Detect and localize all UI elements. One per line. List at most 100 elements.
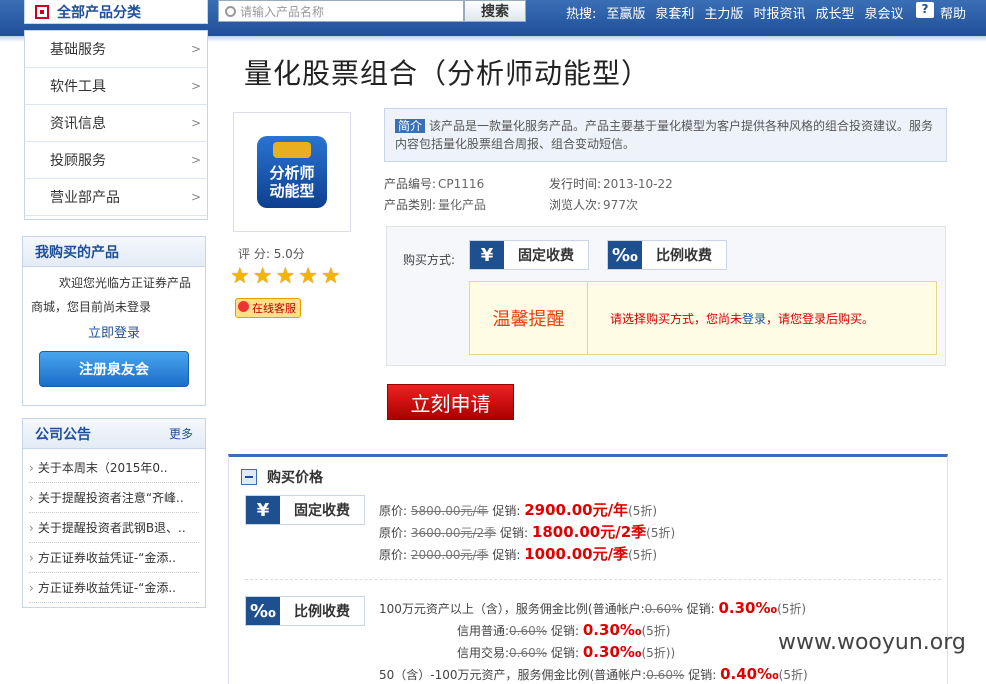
chevron-right-icon: > <box>190 42 201 56</box>
fixed-fee-label: 固定收费 <box>518 248 574 264</box>
ratio-fee-option[interactable]: ‰ 比例收费 <box>607 240 727 270</box>
ratio-prefix: 100万元资产以上（含），服务佣金比例(普通帐户: <box>379 602 645 616</box>
promo-ratio: 0.30‰ <box>582 643 642 661</box>
promo-price: 1000.00元/季 <box>524 545 629 563</box>
fixed-fee-tag: ¥ 固定收费 <box>245 495 365 525</box>
my-products-box: 我购买的产品 欢迎您光临方正证券产品 商城，您目前尚未登录 立即登录 注册泉友会 <box>22 236 206 406</box>
online-service-button[interactable]: 在线客服 <box>235 298 301 318</box>
welcome-text: 商城，您目前尚未登录 <box>31 300 152 314</box>
discount: (5折) <box>777 602 807 616</box>
code-label: 产品编号: <box>384 177 437 191</box>
orig-label: 原价: <box>379 526 408 540</box>
promo-label: 促销: <box>500 526 529 540</box>
views-label: 浏览人次: <box>549 198 602 212</box>
orig-price: 5800.00元/年 <box>410 504 489 518</box>
product-type: 产品类别: 量化产品 <box>384 196 486 213</box>
notice-item[interactable]: 关于提醒投资者武钢B退、.. <box>29 513 199 543</box>
category-item-basic[interactable]: 基础服务 > <box>25 31 207 68</box>
chevron-right-icon: > <box>190 153 201 167</box>
category-label: 软件工具 <box>50 79 106 95</box>
ratio-price-row: 100万元资产以上（含），服务佣金比例(普通帐户:0.60% 促销: 0.30‰… <box>379 599 806 617</box>
reminder-login-link[interactable]: 登录 <box>742 312 766 326</box>
promo-ratio: 0.30‰ <box>582 621 642 639</box>
category-item-info[interactable]: 资讯信息 > <box>25 105 207 142</box>
my-products-header: 我购买的产品 <box>23 237 205 267</box>
more-link[interactable]: 更多 <box>169 425 193 442</box>
intro-tag: 简介 <box>395 119 426 133</box>
hot-link[interactable]: 泉会议 <box>864 3 903 22</box>
category-item-branch[interactable]: 营业部产品 > <box>25 179 207 216</box>
ratio-price-row: 信用交易:0.60% 促销: 0.30‰(5折)) <box>457 643 675 661</box>
reminder-box: 温馨提醒 请选择购买方式，您尚未登录，请您登录后购买。 <box>469 281 937 355</box>
page-title: 量化股票组合（分析师动能型） <box>244 57 651 90</box>
ratio-prefix: 信用交易: <box>457 646 510 660</box>
divider <box>245 579 941 580</box>
notice-item[interactable]: 方正证券收益凭证-“金添.. <box>29 573 199 603</box>
watermark: www.wooyun.org <box>778 630 966 655</box>
product-views: 浏览人次: 977次 <box>549 196 638 213</box>
type-label: 产品类别: <box>384 198 437 212</box>
star-icon: ★ <box>230 264 250 289</box>
collapse-icon[interactable] <box>241 469 257 485</box>
score: 评 分: 5.0分 <box>238 245 305 262</box>
register-button[interactable]: 注册泉友会 <box>39 351 189 387</box>
search-button[interactable]: 搜索 <box>464 0 526 22</box>
ratio-fee-tag: ‰ 比例收费 <box>245 596 365 626</box>
fixed-price-row: 原价: 2000.00元/季 促销: 1000.00元/季(5折) <box>379 543 657 564</box>
intro-text: 该产品是一款量化服务产品。产品主要基于量化模型为客户提供各种风格的组合投资建议。… <box>395 119 934 151</box>
discount: (5折)) <box>641 646 676 660</box>
fixed-price-row: 原价: 3600.00元/2季 促销: 1800.00元/2季(5折) <box>379 521 675 542</box>
help-link[interactable]: 帮助 <box>940 3 966 22</box>
hot-link[interactable]: 成长型 <box>815 3 854 22</box>
promo-label: 促销: <box>686 602 715 616</box>
price-header[interactable]: 购买价格 <box>241 467 323 487</box>
notice-item[interactable]: 关于本周末（2015年0.. <box>29 453 199 483</box>
promo-price: 1800.00元/2季 <box>531 523 647 541</box>
orig-price: 3600.00元/2季 <box>410 526 497 540</box>
reminder-message: 请选择购买方式，您尚未登录，请您登录后购买。 <box>588 310 874 327</box>
notice-item[interactable]: 关于提醒投资者注意“齐峰.. <box>29 483 199 513</box>
help-icon[interactable]: ? <box>916 2 934 18</box>
discount: (5折) <box>628 504 658 518</box>
category-grid-icon <box>35 4 49 19</box>
orig-ratio: 0.60% <box>509 646 548 660</box>
orig-ratio: 0.60% <box>644 602 683 616</box>
ratio-fee-label: 比例收费 <box>294 604 350 620</box>
orig-label: 原价: <box>379 504 408 518</box>
all-categories-tab[interactable]: 全部产品分类 <box>24 0 208 24</box>
search-input[interactable]: 请输入产品名称 <box>218 0 464 22</box>
fixed-fee-option[interactable]: ¥ 固定收费 <box>469 240 589 270</box>
notice-item[interactable]: 方正证券收益凭证-“金添.. <box>29 543 199 573</box>
promo-label: 促销: <box>492 548 521 562</box>
category-item-software[interactable]: 软件工具 > <box>25 68 207 105</box>
ratio-prefix: 信用普通: <box>457 624 510 638</box>
product-icon-text: 分析师 <box>269 164 315 182</box>
hot-link[interactable]: 至赢版 <box>606 3 645 22</box>
apply-now-button[interactable]: 立刻申请 <box>387 384 514 420</box>
product-icon: 分析师 动能型 <box>257 136 327 208</box>
login-link[interactable]: 立即登录 <box>23 323 205 345</box>
star-icon: ★ <box>298 264 318 289</box>
date-label: 发行时间: <box>549 177 602 191</box>
purchase-box: 购买方式: ¥ 固定收费 ‰ 比例收费 温馨提醒 请选择购买方式，您尚未登录，请… <box>386 226 946 366</box>
product-date: 发行时间: 2013-10-22 <box>549 175 673 192</box>
star-icon: ★ <box>252 264 273 289</box>
hot-link[interactable]: 时报资讯 <box>753 3 805 22</box>
ratio-prefix: 50（含）-100万元资产，服务佣金比例(普通帐户: <box>379 668 647 682</box>
ratio-fee-label: 比例收费 <box>656 248 712 264</box>
purchase-method-label: 购买方式: <box>403 253 456 267</box>
orig-ratio: 0.60% <box>646 668 685 682</box>
category-item-advisory[interactable]: 投顾服务 > <box>25 142 207 179</box>
category-label: 投顾服务 <box>50 153 106 169</box>
hot-search-nav: 热搜: 至赢版 泉套利 主力版 时报资讯 成长型 泉会议 <box>566 3 913 22</box>
discount: (5折) <box>628 548 658 562</box>
product-image: 分析师 动能型 <box>233 112 351 232</box>
product-icon-text: 动能型 <box>269 182 315 200</box>
hot-link[interactable]: 泉套利 <box>655 3 694 22</box>
hot-search-label: 热搜: <box>566 7 597 22</box>
reminder-text: ，请您登录后购买。 <box>766 311 875 326</box>
views-value: 977次 <box>603 198 638 212</box>
fixed-price-row: 原价: 5800.00元/年 促销: 2900.00元/年(5折) <box>379 499 657 520</box>
product-code: 产品编号: CP1116 <box>384 175 484 192</box>
hot-link[interactable]: 主力版 <box>704 3 743 22</box>
